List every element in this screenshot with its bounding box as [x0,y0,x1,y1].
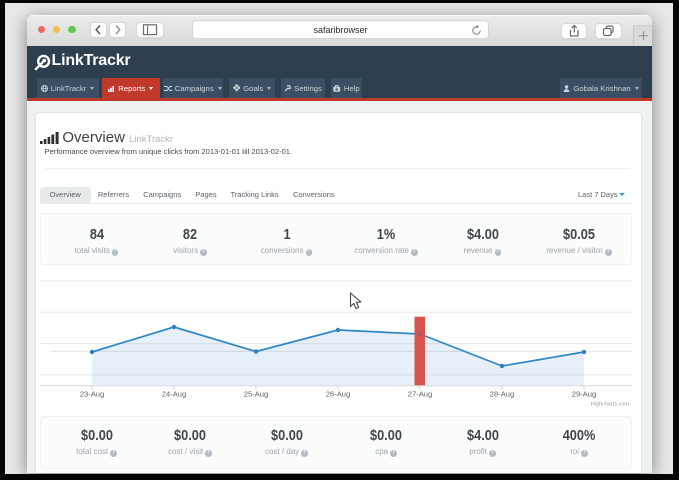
svg-text:Highcharts.com: Highcharts.com [591,402,630,408]
svg-text:27-Aug: 27-Aug [408,390,433,399]
svg-text:23-Aug: 23-Aug [80,390,105,399]
svg-text:29-Aug: 29-Aug [572,390,597,399]
svg-text:25-Aug: 25-Aug [244,390,269,399]
svg-text:24-Aug: 24-Aug [162,390,187,399]
svg-text:28-Aug: 28-Aug [490,390,515,399]
svg-text:26-Aug: 26-Aug [326,390,351,399]
